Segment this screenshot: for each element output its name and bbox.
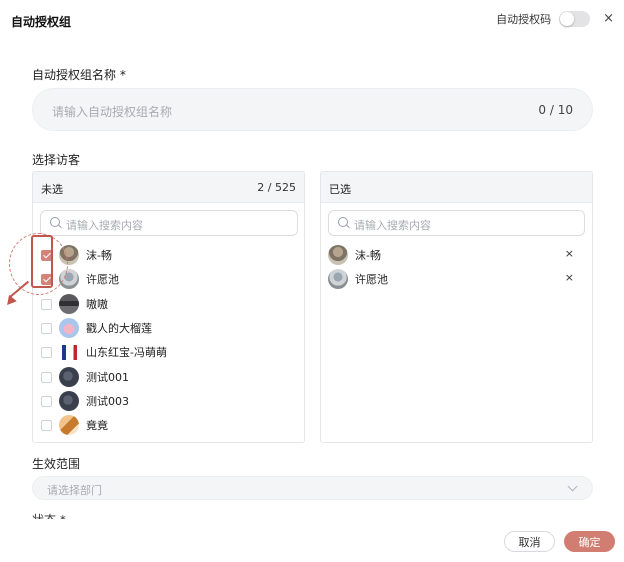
visitor-name: 许愿池 <box>355 273 388 286</box>
avatar <box>59 367 79 387</box>
avatar <box>59 294 79 314</box>
list-item[interactable]: 竟竟 <box>41 413 108 437</box>
unselected-title: 未选 <box>41 183 63 196</box>
auth-code-label: 自动授权码 <box>496 13 552 26</box>
list-item[interactable]: 测试001 <box>41 365 129 389</box>
unselected-search-input[interactable]: 请输入搜索内容 <box>40 210 298 236</box>
checkbox[interactable] <box>41 346 52 358</box>
avatar <box>328 245 348 265</box>
scope-label: 生效范围 <box>32 457 81 471</box>
avatar <box>59 415 79 435</box>
department-select[interactable]: 请选择部门 <box>32 476 593 500</box>
chevron-down-icon <box>567 481 578 492</box>
visitor-name: 沫-畅 <box>355 249 381 262</box>
header-actions: 自动授权码 × <box>496 11 614 27</box>
select-visitors-label: 选择访客 <box>32 153 81 167</box>
list-item: 沫-畅 × <box>328 243 592 267</box>
checkbox[interactable] <box>41 298 52 310</box>
list-item: 许愿池 × <box>328 267 592 291</box>
remove-icon[interactable]: × <box>565 247 574 260</box>
remove-icon[interactable]: × <box>565 271 574 284</box>
annotation-arrow-head <box>3 294 17 309</box>
avatar <box>328 269 348 289</box>
selected-title: 已选 <box>329 183 351 196</box>
visitor-name: 沫-畅 <box>86 249 112 262</box>
list-item[interactable]: 嗷嗷 <box>41 292 108 316</box>
selected-panel: 已选 请输入搜索内容 沫-畅 × 许愿池 × <box>320 171 593 443</box>
selected-panel-header: 已选 <box>321 172 592 203</box>
auth-code-toggle[interactable] <box>559 11 591 27</box>
unselected-count: 2 / 525 <box>257 181 296 194</box>
visitor-name: 测试003 <box>86 395 129 408</box>
avatar <box>59 391 79 411</box>
search-icon <box>50 217 60 227</box>
search-icon <box>338 217 348 227</box>
list-item[interactable]: 戳人的大榴莲 <box>41 316 152 340</box>
checkbox[interactable] <box>41 419 52 431</box>
department-placeholder: 请选择部门 <box>47 484 102 497</box>
highlight-box <box>31 235 53 288</box>
visitor-name: 测试001 <box>86 371 129 384</box>
list-item[interactable]: 山东红宝-冯萌萌 <box>41 340 167 364</box>
dialog-title: 自动授权组 <box>11 15 72 29</box>
group-name-input[interactable]: 请输入自动授权组名称 0 / 10 <box>32 88 593 131</box>
selected-search-placeholder: 请输入搜索内容 <box>354 219 431 232</box>
avatar <box>59 342 79 362</box>
checkbox[interactable] <box>41 395 52 407</box>
group-name-placeholder: 请输入自动授权组名称 <box>52 105 173 119</box>
unselected-panel-header: 未选 2 / 525 <box>33 172 304 203</box>
close-icon[interactable]: × <box>603 11 614 27</box>
selected-search-input[interactable]: 请输入搜索内容 <box>328 210 585 236</box>
unselected-panel: 未选 2 / 525 请输入搜索内容 沫-畅 许愿池 嗷嗷 戳人的大榴莲 山东红… <box>32 171 305 443</box>
checkbox[interactable] <box>41 322 52 334</box>
list-item[interactable]: 测试003 <box>41 389 129 413</box>
cancel-button[interactable]: 取消 <box>504 531 555 552</box>
status-label: 状态 * <box>32 507 66 519</box>
group-name-label: 自动授权组名称 * <box>32 68 126 82</box>
visitor-name: 戳人的大榴莲 <box>86 322 152 335</box>
visitor-name: 嗷嗷 <box>86 298 108 311</box>
avatar <box>59 318 79 338</box>
group-name-counter: 0 / 10 <box>538 103 573 117</box>
unselected-search-placeholder: 请输入搜索内容 <box>66 219 143 232</box>
confirm-button[interactable]: 确定 <box>564 531 615 552</box>
visitor-name: 竟竟 <box>86 419 108 432</box>
toggle-knob <box>560 12 575 26</box>
visitor-name: 山东红宝-冯萌萌 <box>86 346 167 359</box>
visitor-name: 许愿池 <box>86 273 119 286</box>
checkbox[interactable] <box>41 371 52 383</box>
